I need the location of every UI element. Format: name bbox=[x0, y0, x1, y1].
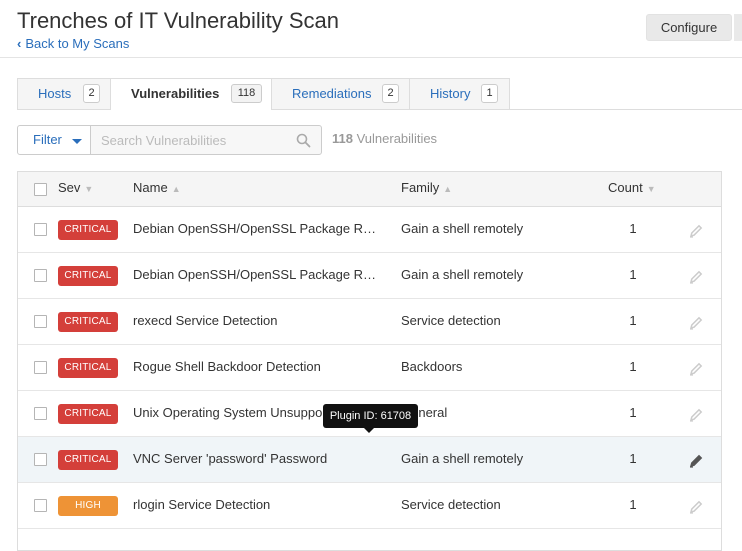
vulnerability-count: 118 Vulnerabilities bbox=[332, 131, 437, 146]
severity-badge: CRITICAL bbox=[58, 220, 118, 240]
edit-icon[interactable] bbox=[688, 223, 704, 239]
row-checkbox[interactable] bbox=[34, 361, 47, 374]
plugin-id-tooltip: Plugin ID: 61708 bbox=[323, 404, 418, 433]
vulnerability-count-cell: 1 bbox=[629, 451, 637, 466]
edit-icon[interactable] bbox=[688, 499, 704, 515]
vulnerability-count-cell: 1 bbox=[629, 313, 637, 328]
vulnerability-count-number: 118 bbox=[332, 131, 353, 146]
severity-badge: CRITICAL bbox=[58, 266, 118, 286]
tab-count-badge: 118 bbox=[231, 84, 262, 103]
row-checkbox[interactable] bbox=[34, 269, 47, 282]
column-name-label: Name bbox=[133, 180, 168, 195]
row-checkbox[interactable] bbox=[34, 315, 47, 328]
row-checkbox[interactable] bbox=[34, 499, 47, 512]
column-count-label: Count bbox=[608, 180, 643, 195]
table-row[interactable]: HIGH rlogin Service Detection Service de… bbox=[18, 483, 721, 529]
vulnerability-name: rexecd Service Detection bbox=[133, 313, 278, 328]
edit-icon[interactable] bbox=[688, 361, 704, 377]
tooltip-arrow bbox=[364, 428, 374, 433]
vulnerability-count-cell: 1 bbox=[629, 359, 637, 374]
vulnerability-family: Gain a shell remotely bbox=[401, 267, 524, 282]
tab-count-badge: 1 bbox=[481, 84, 498, 103]
severity-badge: CRITICAL bbox=[58, 404, 118, 424]
filter-button[interactable]: Filter bbox=[17, 125, 91, 155]
vulnerability-family: General bbox=[401, 405, 448, 420]
edit-icon[interactable] bbox=[688, 269, 704, 285]
tab-label: Remediations bbox=[292, 86, 372, 101]
vulnerability-count-cell: 1 bbox=[629, 405, 637, 420]
configure-button[interactable]: Configure bbox=[646, 14, 732, 41]
tab-history[interactable]: History 1 bbox=[409, 78, 510, 109]
back-link-label: Back to My Scans bbox=[25, 36, 130, 51]
vulnerability-name: rlogin Service Detection bbox=[133, 497, 271, 512]
edit-icon[interactable] bbox=[688, 407, 704, 423]
vulnerability-count-cell: 1 bbox=[629, 221, 637, 236]
column-sev-label: Sev bbox=[58, 180, 81, 195]
vulnerability-count-label: Vulnerabilities bbox=[356, 131, 438, 146]
tab-remediations[interactable]: Remediations 2 bbox=[271, 78, 410, 109]
sort-asc-icon: ▲ bbox=[443, 184, 453, 194]
table-row[interactable]: CRITICAL rexecd Service Detection Servic… bbox=[18, 299, 721, 345]
search-icon[interactable] bbox=[296, 133, 311, 148]
vulnerability-count-cell: 1 bbox=[629, 267, 637, 282]
vulnerabilities-table: Sev ▼ Name ▲ Family ▲ Count ▼ CRITICAL Debia… bbox=[17, 171, 722, 551]
select-all-checkbox[interactable] bbox=[34, 183, 47, 196]
chevron-left-icon: ‹ bbox=[17, 36, 22, 51]
row-checkbox[interactable] bbox=[34, 223, 47, 236]
column-header-sev[interactable]: Sev ▼ bbox=[58, 180, 93, 195]
severity-badge: HIGH bbox=[58, 496, 118, 516]
vulnerability-family: Service detection bbox=[401, 497, 501, 512]
tooltip-text: Plugin ID: 61708 bbox=[329, 410, 412, 422]
tab-label: Vulnerabilities bbox=[131, 86, 220, 101]
tab-vulnerabilities[interactable]: Vulnerabilities 118 bbox=[110, 78, 272, 110]
search-input[interactable] bbox=[90, 125, 322, 155]
header-divider bbox=[0, 57, 742, 58]
page-title: Trenches of IT Vulnerability Scan bbox=[17, 8, 340, 33]
filter-label: Filter bbox=[33, 132, 62, 147]
severity-badge: CRITICAL bbox=[58, 450, 118, 470]
table-header: Sev ▼ Name ▲ Family ▲ Count ▼ bbox=[18, 172, 721, 207]
vulnerability-name: Rogue Shell Backdoor Detection bbox=[133, 359, 321, 374]
vulnerability-name: VNC Server 'password' Password bbox=[133, 451, 328, 466]
vulnerability-family: Gain a shell remotely bbox=[401, 221, 524, 236]
edit-icon[interactable] bbox=[688, 453, 704, 469]
column-header-count[interactable]: Count ▼ bbox=[608, 180, 656, 195]
column-family-label: Family bbox=[401, 180, 440, 195]
sort-desc-icon: ▼ bbox=[84, 184, 94, 194]
vulnerability-family: Gain a shell remotely bbox=[401, 451, 524, 466]
vulnerability-name: Debian OpenSSH/OpenSSL Package Random Nu… bbox=[133, 267, 379, 282]
table-row[interactable]: CRITICAL Debian OpenSSH/OpenSSL Package … bbox=[18, 207, 721, 253]
vulnerability-name: Debian OpenSSH/OpenSSL Package Random Nu… bbox=[133, 221, 379, 236]
column-header-family[interactable]: Family ▲ bbox=[401, 180, 452, 195]
tab-count-badge: 2 bbox=[83, 84, 100, 103]
vulnerability-family: Service detection bbox=[401, 313, 501, 328]
row-checkbox[interactable] bbox=[34, 407, 47, 420]
tab-count-badge: 2 bbox=[382, 84, 399, 103]
tab-hosts[interactable]: Hosts 2 bbox=[17, 78, 111, 109]
sort-desc-icon: ▼ bbox=[646, 184, 656, 194]
table-row[interactable]: CRITICAL Rogue Shell Backdoor Detection … bbox=[18, 345, 721, 391]
configure-dropdown-button[interactable] bbox=[734, 14, 742, 41]
edit-icon[interactable] bbox=[688, 315, 704, 331]
sort-asc-icon: ▲ bbox=[171, 184, 181, 194]
vulnerability-count-cell: 1 bbox=[629, 497, 637, 512]
tab-label: History bbox=[430, 86, 471, 101]
severity-badge: CRITICAL bbox=[58, 358, 118, 378]
column-header-name[interactable]: Name ▲ bbox=[133, 180, 181, 195]
tab-label: Hosts bbox=[38, 86, 72, 101]
severity-badge: CRITICAL bbox=[58, 312, 118, 332]
vulnerability-family: Backdoors bbox=[401, 359, 463, 374]
caret-down-icon bbox=[72, 139, 82, 144]
table-row[interactable]: CRITICAL Debian OpenSSH/OpenSSL Package … bbox=[18, 253, 721, 299]
row-checkbox[interactable] bbox=[34, 453, 47, 466]
table-row[interactable]: CRITICAL VNC Server 'password' Password … bbox=[18, 437, 721, 483]
back-to-scans-link[interactable]: ‹ Back to My Scans bbox=[17, 36, 129, 51]
